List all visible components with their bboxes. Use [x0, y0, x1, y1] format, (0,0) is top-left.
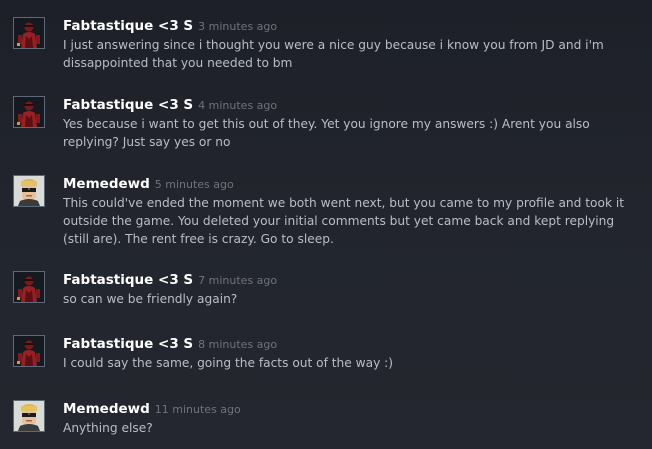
comment-text: I could say the same, going the facts ou… [63, 354, 633, 372]
comment-text-line: so can we be friendly again? [63, 292, 238, 306]
comment-timestamp: 5 minutes ago [154, 178, 234, 191]
comment-timestamp: 3 minutes ago [198, 20, 278, 33]
comment-text: Anything else? [63, 419, 633, 437]
comment-header: Fabtastique <3 S 8 minutes ago [63, 333, 277, 352]
blond-sunglasses-avatar [14, 401, 44, 431]
red-figure-avatar [14, 97, 44, 127]
comment-text-line: (still are). The rent free is crazy. Go … [63, 232, 334, 246]
comment-header: Fabtastique <3 S 4 minutes ago [63, 94, 277, 113]
avatar[interactable] [13, 96, 45, 128]
avatar[interactable] [13, 175, 45, 207]
comment-header: Fabtastique <3 S 3 minutes ago [63, 15, 277, 34]
comment-text: This could've ended the moment we both w… [63, 194, 633, 248]
red-figure-avatar [14, 18, 44, 48]
comment-author[interactable]: Memedewd [63, 401, 150, 417]
comment-timestamp: 8 minutes ago [198, 338, 278, 351]
comment-header: Memedewd 11 minutes ago [63, 398, 241, 417]
comment-text-line: Yes because i want to get this out of th… [63, 117, 590, 131]
comment-text-line: I could say the same, going the facts ou… [63, 356, 394, 370]
red-figure-avatar [14, 272, 44, 302]
comment-text: I just answering since i thought you wer… [63, 36, 633, 72]
comment-author[interactable]: Memedewd [63, 176, 150, 192]
comment-header: Memedewd 5 minutes ago [63, 173, 234, 192]
avatar[interactable] [13, 400, 45, 432]
comment-header: Fabtastique <3 S 7 minutes ago [63, 269, 277, 288]
comment-author[interactable]: Fabtastique <3 S [63, 272, 193, 288]
comment-timestamp: 4 minutes ago [198, 99, 278, 112]
comment-text: so can we be friendly again? [63, 290, 633, 308]
comment-timestamp: 7 minutes ago [198, 274, 278, 287]
avatar[interactable] [13, 335, 45, 367]
comment-author[interactable]: Fabtastique <3 S [63, 97, 193, 113]
blond-sunglasses-avatar [14, 176, 44, 206]
comment-text: Yes because i want to get this out of th… [63, 115, 633, 151]
comment-timestamp: 11 minutes ago [154, 403, 241, 416]
comment-text-line: outside the game. You deleted your initi… [63, 214, 615, 228]
avatar[interactable] [13, 17, 45, 49]
comment-text-line: Anything else? [63, 421, 153, 435]
comment-author[interactable]: Fabtastique <3 S [63, 336, 193, 352]
red-figure-avatar [14, 336, 44, 366]
comment-author[interactable]: Fabtastique <3 S [63, 18, 193, 34]
comment-text-line: replying? Just say yes or no [63, 135, 231, 149]
comment-text-line: dissappointed that you needed to bm [63, 56, 293, 70]
comment-text-line: I just answering since i thought you wer… [63, 38, 604, 52]
comment-text-line: This could've ended the moment we both w… [63, 196, 625, 210]
avatar[interactable] [13, 271, 45, 303]
